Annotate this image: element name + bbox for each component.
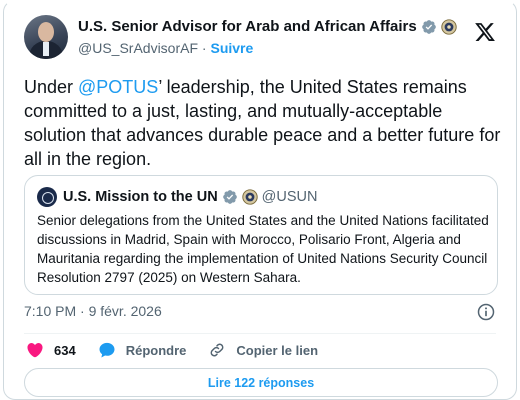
- copy-link-button[interactable]: Copier le lien: [208, 341, 318, 359]
- x-logo-icon[interactable]: [474, 21, 496, 43]
- tweet-timestamp[interactable]: 7:10 PM · 9 févr. 2026: [24, 303, 162, 319]
- verified-badge-icon: [421, 19, 436, 34]
- author-handle-line: @US_SrAdvisorAF · Suivre: [78, 40, 253, 56]
- reply-bubble-icon: [99, 342, 115, 358]
- quoted-tweet-text: Senior delegations from the United State…: [37, 213, 489, 285]
- info-icon[interactable]: [476, 302, 496, 322]
- quoted-avatar: [37, 187, 57, 207]
- seal-icon: [440, 18, 457, 35]
- tweet-text-before: Under: [24, 77, 79, 97]
- quoted-author-handle: @USUN: [261, 189, 318, 205]
- like-button[interactable]: 634: [26, 341, 76, 359]
- quoted-tweet[interactable]: U.S. Mission to the UN @USUN Senior dele…: [24, 175, 498, 295]
- heart-icon: [27, 343, 43, 358]
- mention-link[interactable]: @POTUS: [78, 77, 158, 97]
- read-replies-button[interactable]: Lire 122 réponses: [24, 368, 498, 397]
- tweet-text: Under @POTUS’ leadership, the United Sta…: [24, 75, 504, 171]
- like-count: 634: [54, 342, 76, 358]
- action-bar: 634 Répondre Copier le lien: [26, 338, 340, 362]
- divider: [24, 333, 496, 334]
- author-display-name[interactable]: U.S. Senior Advisor for Arab and African…: [78, 18, 417, 35]
- follow-button[interactable]: Suivre: [210, 40, 253, 56]
- link-icon: [210, 343, 224, 357]
- tweet-header: U.S. Senior Advisor for Arab and African…: [24, 15, 500, 65]
- reply-button[interactable]: Répondre: [98, 341, 187, 359]
- author-name-line: U.S. Senior Advisor for Arab and African…: [78, 18, 457, 35]
- reply-label: Répondre: [125, 342, 187, 358]
- copy-link-label: Copier le lien: [236, 342, 319, 358]
- quoted-author-name: U.S. Mission to the UN: [63, 189, 218, 205]
- quoted-tweet-header: U.S. Mission to the UN @USUN: [37, 187, 317, 207]
- tweet-card: U.S. Senior Advisor for Arab and African…: [3, 0, 517, 400]
- author-handle[interactable]: @US_SrAdvisorAF: [78, 40, 198, 56]
- seal-icon: [241, 189, 258, 205]
- author-avatar[interactable]: [24, 15, 68, 59]
- verified-badge-icon: [222, 190, 237, 204]
